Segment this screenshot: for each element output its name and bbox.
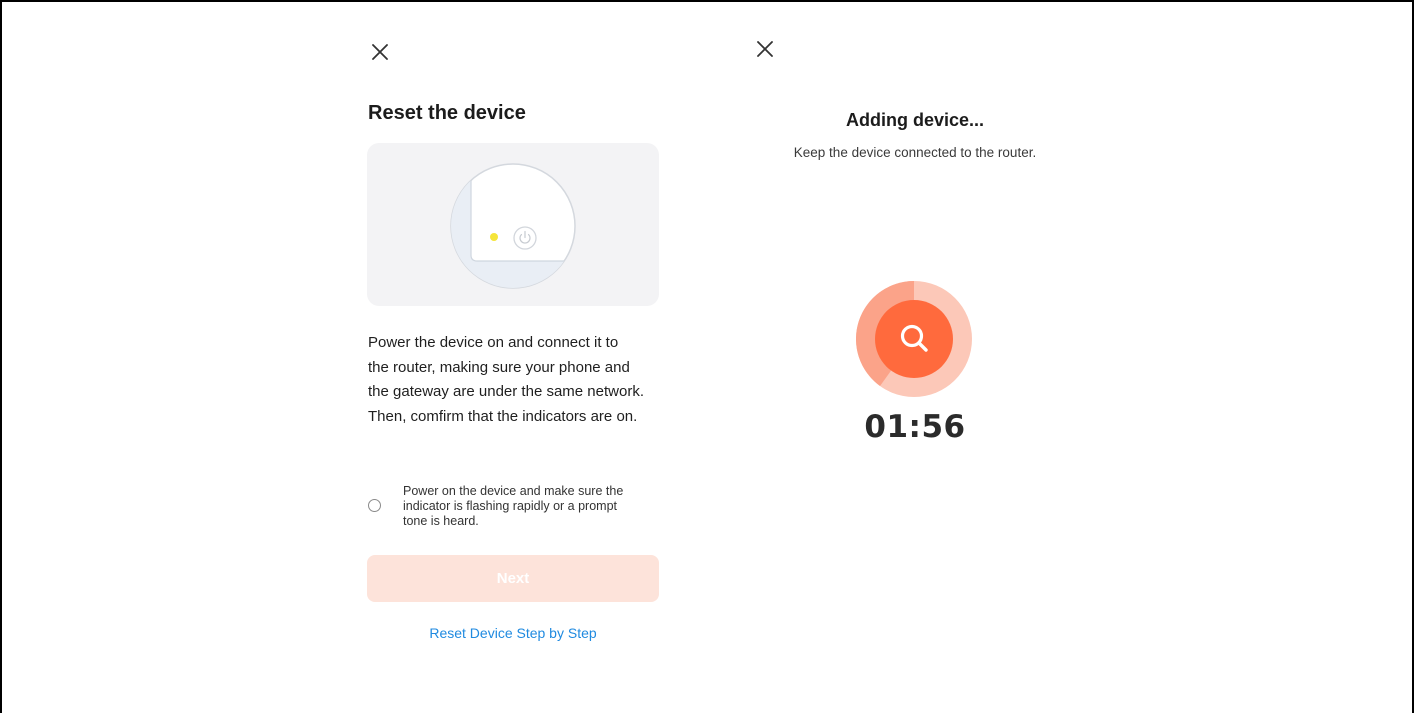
- power-icon: [513, 226, 537, 250]
- close-icon: [753, 37, 777, 61]
- confirm-indicator-checkbox[interactable]: Power on the device and make sure the in…: [368, 484, 668, 532]
- close-button[interactable]: [368, 40, 392, 64]
- instruction-line: the gateway are under the same network.: [368, 383, 644, 400]
- adding-device-subtitle: Keep the device connected to the router.: [793, 145, 1037, 160]
- close-button[interactable]: [753, 37, 777, 61]
- reset-step-by-step-link[interactable]: Reset Device Step by Step: [367, 625, 659, 641]
- radio-circle-icon[interactable]: [368, 499, 381, 512]
- instruction-line: Power the device on and connect it to: [368, 334, 619, 351]
- instruction-line: the router, making sure your phone and: [368, 358, 630, 376]
- searching-animation: [856, 281, 972, 397]
- instruction-line: Then, comfirm that the indicators are on…: [368, 407, 638, 425]
- confirm-label-line: tone is heard.: [403, 514, 479, 528]
- confirm-label-line: Power on the device and make sure the: [403, 484, 624, 498]
- next-button[interactable]: Next: [367, 555, 659, 602]
- device-reset-illustration: [367, 143, 659, 306]
- reset-instructions: Power the device on and connect it to th…: [368, 331, 668, 429]
- confirm-label: Power on the device and make sure the in…: [403, 484, 663, 529]
- page-title: Reset the device: [368, 102, 526, 124]
- confirm-label-line: indicator is flashing rapidly or a promp…: [403, 499, 617, 513]
- indicator-light: [490, 233, 498, 241]
- adding-device-title: Adding device...: [845, 110, 985, 130]
- countdown-timer: 01:56: [864, 409, 966, 445]
- close-icon: [368, 40, 392, 64]
- window-frame: [0, 0, 1414, 713]
